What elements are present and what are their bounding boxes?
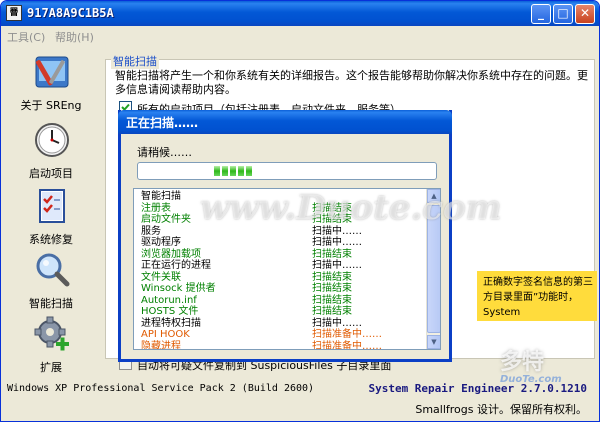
sidebar-label: 扩展	[40, 361, 62, 374]
scroll-down-icon[interactable]: ▼	[427, 335, 440, 349]
app-icon: 罾	[6, 5, 22, 21]
scan-item-name: 智能扫描	[141, 191, 181, 202]
scan-row: 进程特权扫描 扫描中……	[134, 318, 426, 330]
scan-row: 启动文件夹 扫描结束	[134, 214, 426, 226]
scan-list-scrollbar[interactable]: ▲ ▼	[426, 189, 440, 349]
copyright: Smallfrogs 设计。保留所有权利。	[415, 403, 587, 416]
scan-item-name: Autorun.inf	[141, 294, 197, 306]
scan-row: 文件关联 扫描结束	[134, 272, 426, 284]
title-bar[interactable]: 罾 917A8A9C1B5A _ □ ✕	[1, 1, 599, 26]
close-button[interactable]: ✕	[575, 4, 595, 24]
sidebar-item-extensions[interactable]: 扩展	[9, 315, 93, 381]
scan-item-name: 正在运行的进程	[141, 260, 211, 271]
sidebar: 关于 SREng 启动项目 系统修复 智能扫描 扩展	[1, 47, 101, 377]
window-title: 917A8A9C1B5A	[27, 6, 114, 20]
scan-item-status: 扫描结束	[312, 248, 352, 260]
scan-item-status: 扫描结束	[312, 283, 352, 294]
please-wait-text: 请稍候……	[137, 146, 192, 159]
menu-bar: 工具(C) 帮助(H)	[1, 26, 599, 46]
maximize-button[interactable]: □	[553, 4, 573, 24]
progress-block	[246, 166, 252, 176]
scan-item-status: 扫描结束	[312, 294, 352, 306]
scan-rows: 智能扫描 注册表 扫描结束 启动文件夹 扫描结束 服务 扫描中…… 驱动程序 扫描中…… 浏览器加…	[134, 191, 426, 350]
sidebar-item-smart-scan[interactable]: 智能扫描	[9, 251, 93, 317]
scan-dialog-title: 正在扫描……	[126, 116, 199, 130]
scan-item-name: 服务	[141, 225, 161, 237]
scan-row: Winsock 提供者 扫描结束	[134, 283, 426, 295]
scan-item-list: 智能扫描 注册表 扫描结束 启动文件夹 扫描结束 服务 扫描中…… 驱动程序 扫描中…… 浏览器加…	[133, 188, 441, 350]
section-title: 智能扫描	[111, 53, 159, 69]
scan-item-status: 扫描准备中……	[312, 329, 382, 340]
scan-item-name: 进程特权扫描	[141, 317, 201, 329]
scan-item-status: 扫描中……	[312, 260, 362, 271]
scan-dialog: 正在扫描…… 请稍候…… 智能扫描 注册表 扫描结束 启动文件夹 扫描结束 服务 扫描中………	[118, 110, 452, 362]
scan-row: 服务 扫描中……	[134, 226, 426, 238]
notice-box: 正确数字签名信息的第三方目录里面”功能时，System	[477, 271, 597, 321]
sidebar-item-repair[interactable]: 系统修复	[9, 187, 93, 253]
scan-dialog-title-bar[interactable]: 正在扫描……	[118, 110, 452, 134]
sidebar-item-startup[interactable]: 启动项目	[9, 121, 93, 187]
tools-icon	[35, 56, 69, 88]
scan-item-name: 浏览器加载项	[141, 248, 201, 260]
magnifier-icon	[36, 253, 70, 287]
scan-item-status: 扫描结束	[312, 214, 352, 225]
minimize-button[interactable]: _	[531, 4, 551, 24]
os-version: Windows XP Professional Service Pack 2 (…	[7, 383, 315, 394]
scan-row: 注册表 扫描结束	[134, 203, 426, 215]
scan-progress-bar	[137, 162, 437, 180]
checklist-icon	[39, 189, 65, 223]
scan-item-status: 扫描中……	[312, 317, 362, 329]
scan-item-status: 扫描中……	[312, 225, 362, 237]
scan-item-status: 扫描结束	[312, 202, 352, 214]
scan-item-name: 隐藏进程	[141, 340, 181, 350]
sidebar-item-about[interactable]: 关于 SREng	[9, 53, 93, 119]
scan-row: API HOOK 扫描准备中……	[134, 329, 426, 341]
scan-description: 智能扫描将产生一个和你系统有关的详细报告。这个报告能够帮助你解决你系统中存在的问…	[115, 69, 588, 96]
menu-help[interactable]: 帮助(H)	[55, 29, 94, 45]
scan-item-status: 扫描结束	[312, 306, 352, 317]
scan-item-name: API HOOK	[141, 329, 190, 340]
gear-plus-icon	[34, 316, 69, 351]
scan-row: 智能扫描	[134, 191, 426, 203]
progress-block	[238, 166, 244, 176]
progress-block	[214, 166, 220, 176]
scan-item-name: Winsock 提供者	[141, 283, 216, 294]
scan-item-name: 文件关联	[141, 271, 181, 283]
progress-block	[222, 166, 228, 176]
scroll-up-icon[interactable]: ▲	[427, 189, 440, 203]
scan-row: Autorun.inf 扫描结束	[134, 295, 426, 307]
product-version: System Repair Engineer 2.7.0.1210	[368, 382, 587, 395]
scan-row: 浏览器加载项 扫描结束	[134, 249, 426, 261]
sidebar-label: 系统修复	[29, 233, 73, 246]
menu-tools[interactable]: 工具(C)	[7, 29, 45, 45]
sidebar-label: 启动项目	[29, 167, 73, 180]
scan-item-name: 注册表	[141, 202, 171, 214]
scan-item-name: 启动文件夹	[141, 214, 191, 225]
status-bar: Windows XP Professional Service Pack 2 (…	[1, 379, 599, 421]
clock-icon	[35, 123, 69, 157]
scan-item-status: 扫描结束	[312, 271, 352, 283]
scan-row: 正在运行的进程 扫描中……	[134, 260, 426, 272]
scan-row: 隐藏进程 扫描准备中……	[134, 340, 426, 350]
scan-row: 驱动程序 扫描中……	[134, 237, 426, 249]
scan-item-status: 扫描中……	[312, 237, 362, 248]
sidebar-label: 智能扫描	[29, 297, 73, 310]
sidebar-label: 关于 SREng	[20, 99, 82, 112]
scan-item-name: HOSTS 文件	[141, 306, 199, 317]
scroll-thumb[interactable]	[427, 205, 440, 333]
progress-block	[230, 166, 236, 176]
scan-item-status: 扫描准备中……	[312, 340, 382, 350]
scan-item-name: 驱动程序	[141, 237, 181, 248]
scan-row: HOSTS 文件 扫描结束	[134, 306, 426, 318]
